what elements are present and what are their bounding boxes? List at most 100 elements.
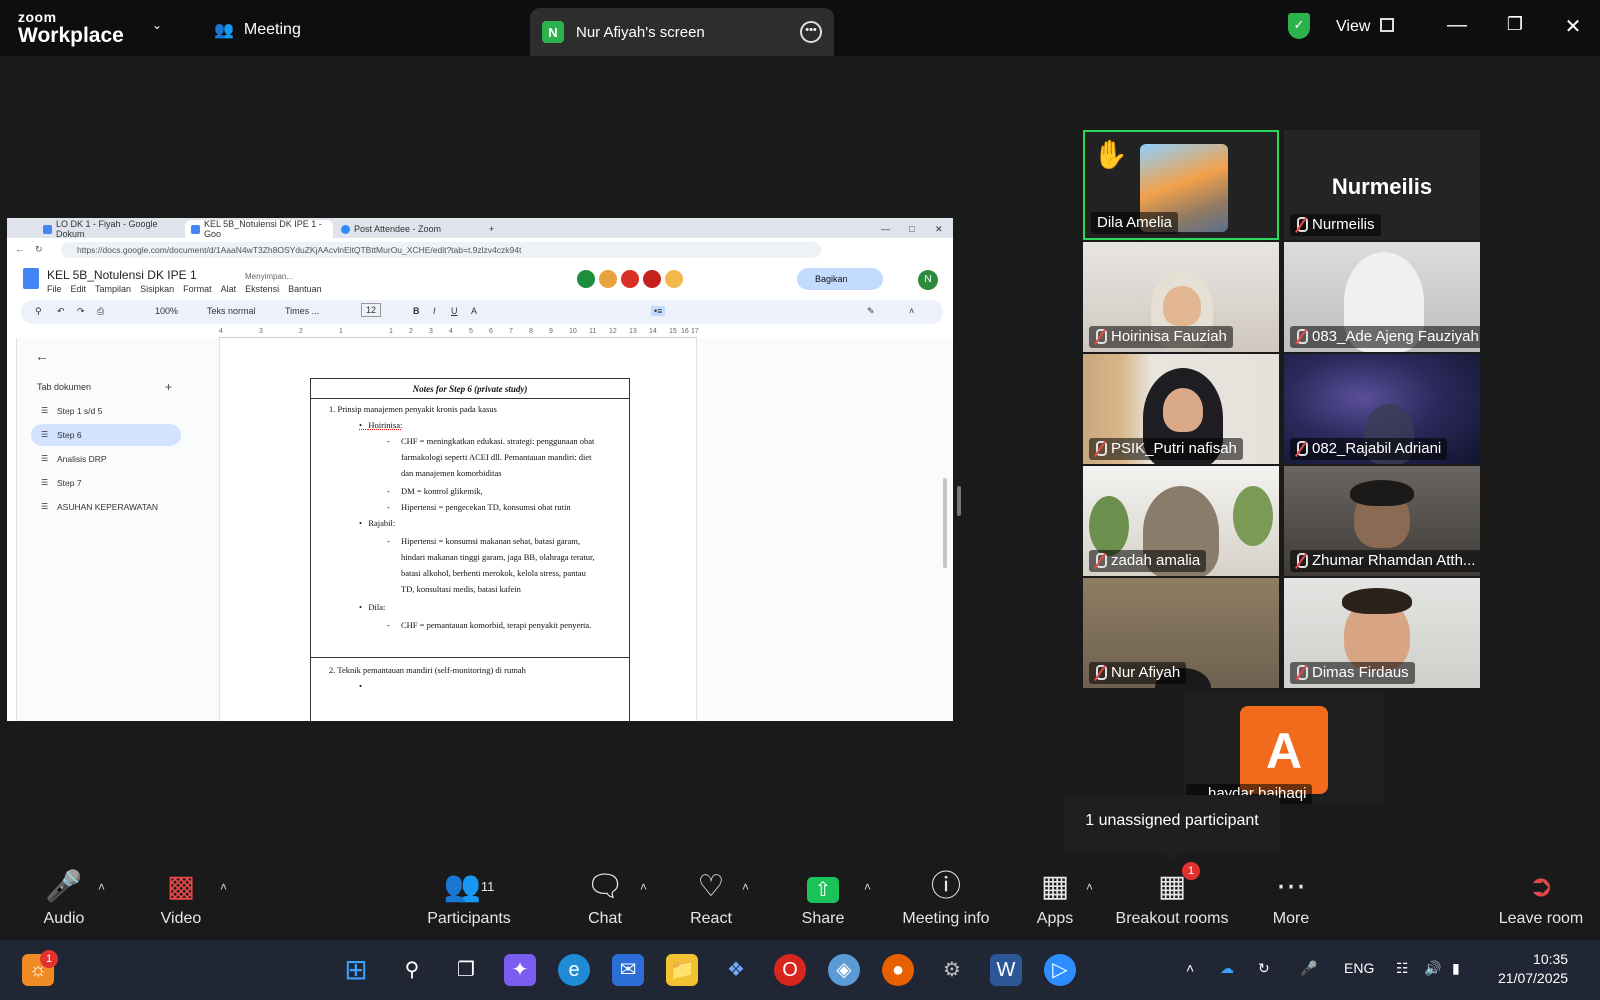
file-explorer-icon[interactable]: 📁: [666, 954, 698, 986]
participant-tile[interactable]: Dimas Firdaus: [1284, 578, 1480, 688]
doc-tab-step-1-5[interactable]: Step 1 s/d 5: [31, 400, 181, 422]
font-select[interactable]: Times ...: [285, 306, 319, 316]
opera-icon[interactable]: O: [774, 954, 806, 986]
zoom-app-icon[interactable]: ▷: [1044, 954, 1076, 986]
address-bar[interactable]: https://docs.google.com/document/d/1AaaN…: [61, 242, 821, 258]
reload-icon[interactable]: ↻: [35, 244, 43, 255]
apps-options-caret-icon[interactable]: ˄: [1086, 880, 1093, 894]
participant-tile[interactable]: 082_Rajabil Adriani: [1284, 354, 1480, 464]
participant-tile[interactable]: ✋ Dila Amelia: [1083, 130, 1279, 240]
menu-help[interactable]: Bantuan: [288, 284, 322, 294]
breakout-rooms-button[interactable]: ▦ Breakout rooms 1: [1114, 862, 1230, 928]
underline-icon[interactable]: U: [451, 306, 458, 316]
bullet-list-icon[interactable]: •≡: [651, 306, 666, 316]
new-tab-icon[interactable]: +: [483, 220, 500, 238]
menu-edit[interactable]: Edit: [71, 284, 87, 294]
close-icon[interactable]: ✕: [1558, 14, 1588, 39]
back-arrow-icon[interactable]: ←: [15, 244, 24, 254]
meeting-menu[interactable]: 👥 Meeting: [214, 20, 301, 40]
show-hidden-icons-icon[interactable]: ˄: [1186, 960, 1194, 976]
encryption-shield-icon[interactable]: ✓: [1288, 13, 1310, 39]
doc-tab-step-6[interactable]: Step 6: [31, 424, 181, 446]
menu-view[interactable]: Tampilan: [95, 284, 131, 294]
chat-options-caret-icon[interactable]: ˄: [640, 880, 647, 894]
settings-gear-icon[interactable]: ⚙: [936, 954, 968, 986]
language-indicator[interactable]: ENG: [1344, 960, 1374, 976]
undo-icon[interactable]: ↶: [57, 306, 65, 317]
print-icon[interactable]: ⎙: [97, 306, 104, 317]
menu-tools[interactable]: Alat: [221, 284, 237, 294]
apps-button[interactable]: ▦ Apps: [1030, 868, 1080, 928]
meeting-info-button[interactable]: ⓘ Meeting info: [896, 868, 996, 928]
mail-icon[interactable]: ✉: [612, 954, 644, 986]
menu-file[interactable]: File: [47, 284, 62, 294]
start-windows-icon[interactable]: ⊞: [340, 954, 372, 986]
word-icon[interactable]: W: [990, 954, 1022, 986]
edge-browser-icon[interactable]: e: [558, 954, 590, 986]
redo-icon[interactable]: ↷: [77, 306, 85, 317]
minimize-icon[interactable]: —: [1442, 14, 1472, 37]
browser-tab[interactable]: LO DK 1 - Fiyah - Google Dokum: [37, 219, 183, 239]
onedrive-icon[interactable]: ☁: [1220, 960, 1234, 977]
microphone-icon[interactable]: 🎤: [1300, 960, 1317, 977]
bold-icon[interactable]: B: [413, 306, 420, 316]
notes-table-row[interactable]: 2. Teknik pemantauan mandiri (self-monit…: [310, 658, 630, 721]
text-color-icon[interactable]: A: [471, 306, 477, 316]
participant-tile[interactable]: Nur Afiyah: [1083, 578, 1279, 688]
grid-view-icon[interactable]: [1380, 18, 1394, 32]
collaborator-avatar[interactable]: [599, 270, 617, 288]
chevron-down-icon[interactable]: ⌄: [152, 18, 162, 32]
browser-close-icon[interactable]: ✕: [929, 220, 949, 238]
notes-table[interactable]: Notes for Step 6 (private study) 1. Prin…: [310, 378, 630, 658]
firefox-icon[interactable]: ●: [882, 954, 914, 986]
participant-tile[interactable]: A haydar baihaqi: [1184, 692, 1384, 804]
react-button[interactable]: ♡ React: [686, 868, 736, 928]
shared-screen-tab[interactable]: N Nur Afiyah's screen •••: [530, 8, 834, 56]
wifi-icon[interactable]: ☷: [1396, 960, 1409, 977]
document-scrollbar[interactable]: [943, 478, 947, 568]
more-options-icon[interactable]: •••: [800, 21, 822, 43]
browser-tab[interactable]: Post Attendee - Zoom: [335, 220, 481, 238]
participant-tile[interactable]: Zhumar Rhamdan Atth...: [1284, 466, 1480, 576]
doc-tab-step-7[interactable]: Step 7: [31, 472, 181, 494]
app-icon[interactable]: ◈: [828, 954, 860, 986]
edit-mode-icon[interactable]: ✎: [867, 306, 875, 317]
task-view-icon[interactable]: ❐: [450, 954, 482, 986]
menu-insert[interactable]: Sisipkan: [140, 284, 174, 294]
browser-tab-active[interactable]: KEL 5B_Notulensi DK IPE 1 - Goo: [185, 219, 333, 239]
doc-tab-asuhan-keperawatan[interactable]: ASUHAN KEPERAWATAN: [31, 496, 201, 518]
share-doc-button[interactable]: Bagikan: [797, 268, 883, 290]
menu-extensions[interactable]: Ekstensi: [245, 284, 279, 294]
share-options-caret-icon[interactable]: ˄: [864, 880, 871, 894]
sync-icon[interactable]: ↻: [1258, 960, 1270, 977]
style-select[interactable]: Teks normal: [207, 306, 256, 316]
collapse-icon[interactable]: ˄: [909, 306, 914, 316]
react-options-caret-icon[interactable]: ˄: [742, 880, 749, 894]
system-clock[interactable]: 10:35 21/07/2025: [1498, 950, 1568, 988]
chat-button[interactable]: 🗨 Chat: [582, 868, 628, 928]
menu-format[interactable]: Format: [183, 284, 212, 294]
video-button[interactable]: ▩ Video: [156, 868, 206, 928]
leave-room-button[interactable]: ➲ Leave room: [1496, 868, 1586, 928]
participants-button[interactable]: 👥11 Participants: [424, 868, 514, 928]
docs-logo-icon[interactable]: [23, 268, 39, 289]
battery-icon[interactable]: ▮: [1452, 960, 1460, 977]
font-size-input[interactable]: 12: [361, 303, 382, 317]
doc-tab-analisis-drp[interactable]: Analisis DRP: [31, 448, 181, 470]
split-drag-handle[interactable]: [957, 486, 961, 516]
add-tab-icon[interactable]: +: [165, 380, 172, 394]
share-button[interactable]: ⇧ Share: [798, 868, 848, 928]
collaborator-avatar[interactable]: [577, 270, 595, 288]
search-icon[interactable]: ⚲: [35, 306, 42, 317]
back-arrow-icon[interactable]: ←: [35, 348, 49, 364]
copilot-icon[interactable]: ✦: [504, 954, 536, 986]
view-button[interactable]: View: [1336, 18, 1370, 36]
search-icon[interactable]: ⚲: [396, 954, 428, 986]
document-page[interactable]: Notes for Step 6 (private study) 1. Prin…: [219, 338, 697, 721]
restore-icon[interactable]: ❐: [1500, 14, 1530, 35]
participant-tile[interactable]: PSIK_Putri nafisah: [1083, 354, 1279, 464]
browser-maximize-icon[interactable]: □: [903, 220, 920, 238]
participant-tile[interactable]: zadah amalia: [1083, 466, 1279, 576]
participant-tile[interactable]: 083_Ade Ajeng Fauziyah: [1284, 242, 1480, 352]
audio-button[interactable]: 🎤 Audio: [40, 868, 88, 928]
